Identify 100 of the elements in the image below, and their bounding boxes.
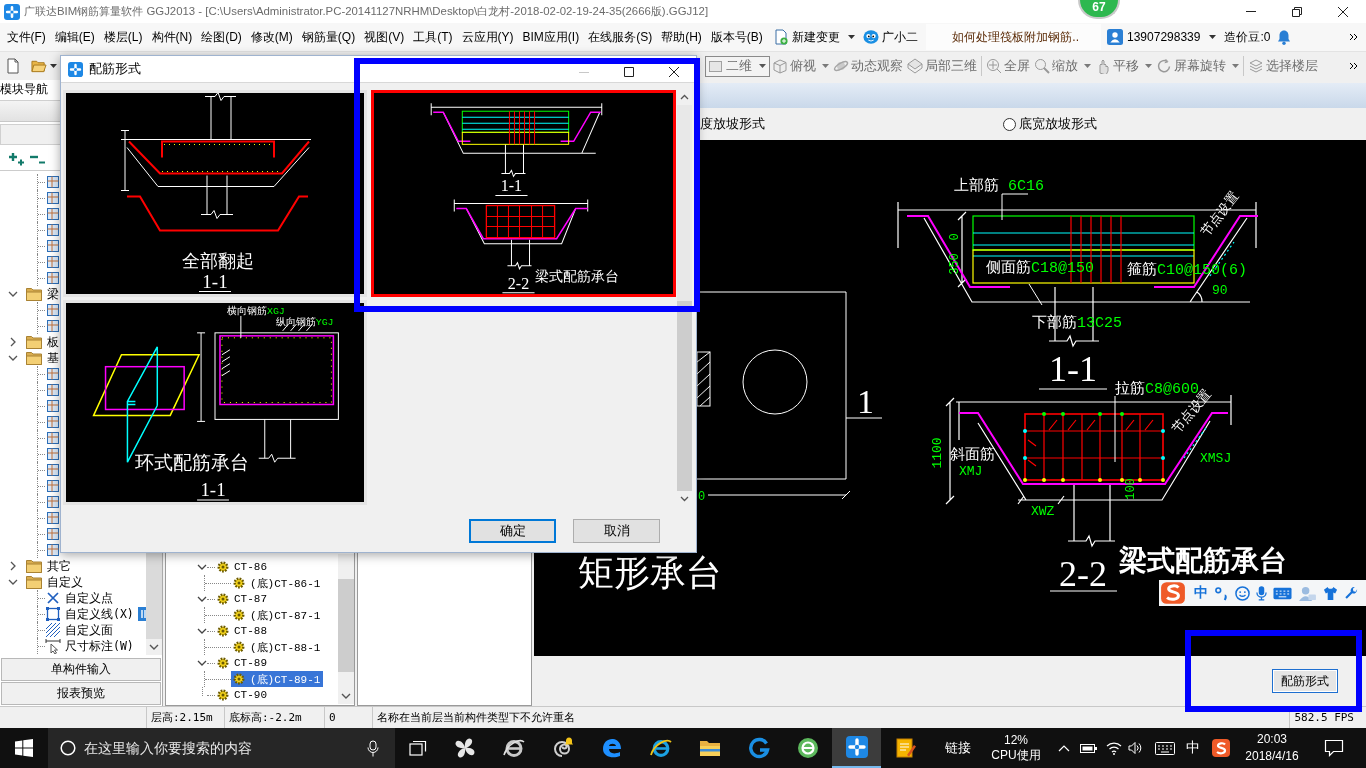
option-tile[interactable]: 横向钢筋XGJ 纵向钢筋YGJ 环式配筋承台 1-1 (63, 300, 367, 505)
notification-icon[interactable] (1324, 739, 1344, 757)
scrollbar-thumb[interactable] (338, 579, 354, 672)
ok-button[interactable]: 确定 (469, 519, 556, 543)
component-icon[interactable] (45, 510, 61, 526)
component-icon[interactable] (45, 302, 61, 318)
tree-item[interactable]: CT-87 (215, 591, 270, 607)
chevron-icon[interactable] (8, 353, 18, 363)
menu-item[interactable]: 修改(M) (246, 27, 298, 47)
component-icon[interactable] (45, 174, 61, 190)
chevron-icon[interactable] (197, 562, 207, 572)
shirt-icon[interactable] (1323, 585, 1338, 601)
scrollbar-thumb[interactable] (677, 301, 692, 491)
battery-plug-icon[interactable] (1080, 742, 1098, 754)
menu-item[interactable]: 构件(N) (147, 27, 197, 47)
menu-item[interactable]: BIM应用(I) (518, 27, 584, 47)
clock-button[interactable]: 20:03 2018/4/16 (1240, 728, 1304, 768)
taskbar-app-button[interactable] (832, 728, 881, 768)
component-icon[interactable] (45, 462, 61, 478)
menu-item[interactable]: 编辑(E) (50, 27, 100, 47)
tree-item[interactable]: CT-88 (215, 623, 270, 639)
component-icon[interactable] (45, 206, 61, 222)
chevron-icon[interactable] (8, 561, 18, 571)
bell-icon[interactable] (1276, 29, 1293, 45)
component-icon[interactable] (45, 526, 61, 542)
smiley-icon[interactable] (1235, 585, 1250, 601)
option-tile[interactable]: 全部翻起 1-1 (63, 90, 367, 297)
search-field[interactable]: 在这里输入你要搜索的内容 (84, 738, 359, 758)
menu-item[interactable]: 版本号(B) (706, 27, 768, 47)
tree-item[interactable]: (底)CT-86-1 (231, 575, 324, 591)
keyboard-icon[interactable] (1155, 741, 1175, 755)
tree-item[interactable]: 自定义点 (45, 590, 113, 606)
radio-option[interactable]: 底宽放坡形式 (1003, 115, 1097, 133)
punctuation-icon[interactable] (1214, 585, 1229, 601)
component-icon[interactable] (45, 270, 61, 286)
scroll-up-icon[interactable] (677, 90, 692, 105)
tip-link[interactable]: 如何处理筏板附加钢筋.. (926, 24, 1101, 50)
tree-item[interactable]: 基 (26, 350, 59, 366)
double-chevron-icon[interactable] (1349, 62, 1358, 70)
cancel-button[interactable]: 取消 (573, 519, 660, 543)
tree-item[interactable]: 尺寸标注(W) (45, 638, 134, 654)
menu-item[interactable]: 绘图(D) (196, 27, 247, 47)
sogou-icon[interactable] (1212, 739, 1230, 757)
component-icon[interactable] (45, 318, 61, 334)
input-mode-indicator[interactable]: 中 (1186, 739, 1200, 757)
tree-item[interactable]: 自定义面 (45, 622, 113, 638)
chevron-icon[interactable] (8, 337, 18, 347)
speaker-icon[interactable] (1128, 741, 1142, 755)
component-icon[interactable] (45, 222, 61, 238)
component-icon[interactable] (45, 414, 61, 430)
component-icon[interactable] (45, 494, 61, 510)
menu-item[interactable]: 楼层(L) (99, 27, 147, 47)
microphone-icon[interactable] (367, 739, 379, 757)
menu-item[interactable]: 帮助(H) (656, 27, 707, 47)
menu-item[interactable]: 在线服务(S) (583, 27, 657, 47)
menu-item[interactable]: 云应用(Y) (457, 27, 518, 47)
chevron-up-icon[interactable] (1058, 744, 1070, 752)
wifi-icon[interactable] (1106, 741, 1122, 755)
tree-item[interactable]: 自定义 (26, 574, 83, 590)
menu-tool-button[interactable]: 广小二 (861, 27, 921, 47)
rebar-form-button[interactable]: 配筋形式 (1272, 669, 1338, 693)
tree-item[interactable]: 其它 (26, 558, 71, 574)
menu-item[interactable]: 视图(V) (359, 27, 409, 47)
input-mode-indicator[interactable]: 中 (1194, 584, 1208, 602)
search-box[interactable]: 在这里输入你要搜索的内容 (48, 728, 395, 768)
component-icon[interactable] (45, 478, 61, 494)
component-icon[interactable] (45, 446, 61, 462)
expand-all-icon[interactable] (8, 151, 25, 166)
menu-item[interactable]: 工具(T) (408, 27, 457, 47)
tree-item[interactable]: (底)CT-89-1 (231, 671, 324, 687)
chevron-icon[interactable] (197, 626, 207, 636)
component-icon[interactable] (45, 254, 61, 270)
tree-item[interactable]: 板 (26, 334, 59, 350)
chevron-icon[interactable] (197, 594, 207, 604)
scroll-down-icon[interactable] (146, 639, 162, 655)
account-button[interactable]: 13907298339 (1107, 27, 1217, 47)
nav-button[interactable]: 报表预览 (1, 682, 161, 705)
tree-item[interactable]: CT-90 (215, 687, 270, 703)
menu-item[interactable]: 钢筋量(Q) (297, 27, 360, 47)
component-icon[interactable] (45, 430, 61, 446)
component-icon[interactable] (45, 366, 61, 382)
tree-item[interactable]: (底)CT-88-1 (231, 639, 324, 655)
close-icon[interactable] (669, 67, 679, 77)
tree-item[interactable]: 梁 (26, 286, 59, 302)
component-icon[interactable] (45, 238, 61, 254)
chevron-icon[interactable] (8, 577, 18, 587)
component-icon[interactable] (45, 542, 61, 558)
component-icon[interactable] (45, 190, 61, 206)
maximize-icon[interactable] (624, 67, 634, 77)
tree-item[interactable]: (底)CT-87-1 (231, 607, 324, 623)
menu-item[interactable]: 文件(F) (2, 27, 51, 47)
tree-item[interactable]: CT-86 (215, 559, 270, 575)
tree-item[interactable]: CT-89 (215, 655, 270, 671)
menu-tool-button[interactable]: 新建变更 (771, 27, 858, 47)
wrench-icon[interactable] (1344, 585, 1359, 601)
scrollbar-thumb[interactable] (146, 553, 162, 639)
scrollbar[interactable] (338, 554, 354, 704)
nav-button[interactable]: 单构件输入 (1, 658, 161, 681)
option-tile[interactable]: 梁式配筋承台 1-1 2-2 (371, 90, 676, 297)
chevron-icon[interactable] (8, 289, 18, 299)
